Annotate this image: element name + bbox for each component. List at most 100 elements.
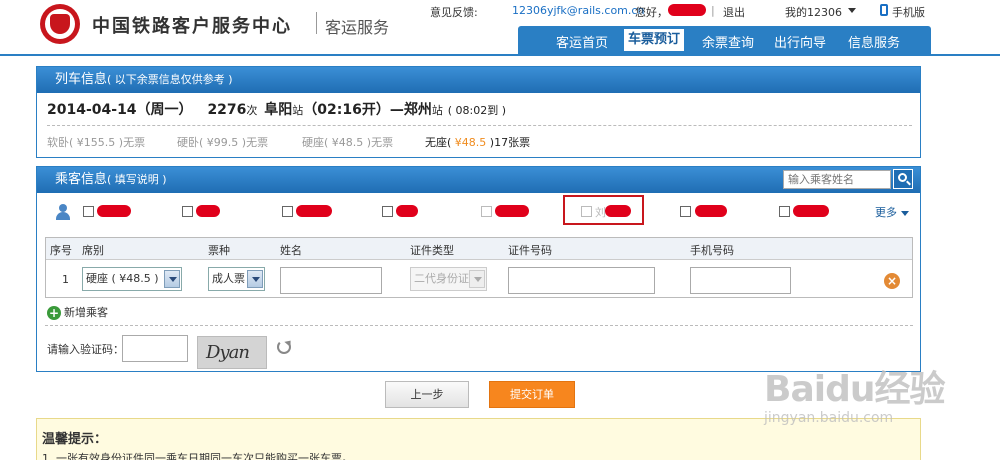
passenger-checkbox[interactable] [779,206,790,217]
mobile-link[interactable]: 手机版 [892,4,925,20]
seat-status: 无票 [371,136,394,149]
col-index: 序号 [50,244,72,257]
passenger-checkbox[interactable] [282,206,293,217]
chevron-down-icon[interactable] [848,8,856,13]
captcha-image[interactable]: Dyan [197,336,267,369]
passenger-panel-note[interactable]: ( 填写说明 ) [107,173,167,186]
col-ticket-type: 票种 [208,244,230,257]
seat-select-value: 硬座 ( ¥48.5 ) [86,272,159,285]
redacted-passenger-name [296,205,332,217]
seat-status: 无票 [246,136,269,149]
watermark-url: jingyan.baidu.com [764,410,894,426]
redacted-passenger-name [793,205,829,217]
add-passenger-button[interactable]: + 新增乘客 [47,304,108,320]
more-label: 更多 [875,206,897,219]
mobile-phone-icon[interactable] [880,4,888,16]
site-name: 中国铁路客户服务中心 [92,16,292,37]
prev-step-button[interactable]: 上一步 [385,381,469,408]
passenger-checkbox[interactable] [680,206,691,217]
passenger-checkbox[interactable] [83,206,94,217]
col-id-type: 证件类型 [410,244,454,257]
my-account-link[interactable]: 我的12306 [785,4,842,20]
ticket-type-select[interactable]: 成人票 [208,267,265,291]
seat-price-close: ) [363,136,372,149]
passenger-checkbox-disabled[interactable] [581,206,592,217]
col-seat: 席别 [82,244,104,257]
nav-remaining-tickets[interactable]: 余票查询 [702,32,754,51]
name-input[interactable] [280,267,382,294]
to-station-suffix: 站 [431,104,443,117]
train-panel-header: 列车信息( 以下余票信息仅供参考 ) [37,67,920,93]
greeting: 您好， [635,6,668,19]
id-type-value: 二代身份证 [414,272,469,285]
passenger-checkbox[interactable] [382,206,393,217]
ticket-type-value: 成人票 [212,272,245,285]
passenger-checkbox-disabled[interactable] [481,206,492,217]
add-passenger-label: 新增乘客 [64,306,108,319]
header-underline [0,54,1000,56]
arrive-time: ( 08:02到 ) [447,104,507,117]
seat-name: 硬座 [302,136,324,149]
travel-date: 2014-04-14（周一） [47,102,193,118]
seat-soft-sleeper: 软卧( ¥155.5 )无票 [47,134,145,150]
search-icon-handle [906,180,911,186]
remove-row-icon[interactable]: × [884,273,900,289]
seat-price-open: ( [69,136,77,149]
from-station-suffix: 站 [292,104,304,117]
seat-status: 17张票 [494,136,531,149]
logout-link[interactable]: 退出 [723,4,745,20]
to-station: 郑州 [403,102,432,118]
col-phone: 手机号码 [690,244,734,257]
passenger-search-input[interactable] [783,170,891,189]
seat-price-open: ( [199,136,207,149]
id-type-select[interactable]: 二代身份证 [410,267,487,291]
depart-time: （02:16开） [303,102,390,118]
phone-input[interactable] [690,267,791,294]
railway-logo[interactable] [40,4,80,44]
train-panel-note: ( 以下余票信息仅供参考 ) [107,73,233,86]
passenger-panel-title: 乘客信息 [55,172,108,187]
feedback-email-link[interactable]: 12306yjfk@rails.com.cn [512,4,644,17]
row-index: 1 [62,273,69,286]
submit-order-button[interactable]: 提交订单 [489,381,575,408]
tips-title: 温馨提示： [42,432,108,447]
seat-price-close: ) [238,136,247,149]
redacted-passenger-name [396,205,418,217]
train-summary: 2014-04-14（周一） 2276次 阜阳站（02:16开）—郑州站 ( 0… [47,99,506,119]
route-dash: — [389,102,404,118]
site-subtitle: 客运服务 [325,18,390,37]
seat-price: ¥48.5 [331,136,364,149]
more-passengers-link[interactable]: 更多 [875,204,909,220]
train-number-suffix: 次 [246,104,258,117]
nav-home[interactable]: 客运首页 [556,32,608,51]
passenger-info-panel: 乘客信息( 填写说明 ) 刘 更多 序号 席别 票种 姓名 证件类型 证件号码 … [36,166,921,372]
train-number: 2276 [207,102,247,118]
seat-hard-sleeper: 硬卧( ¥99.5 )无票 [177,134,268,150]
site-divider [316,12,317,34]
passenger-divider [45,325,913,326]
from-station: 阜阳 [264,102,293,118]
seat-no-seat: 无座( ¥48.5 )17张票 [425,134,530,150]
search-button[interactable] [893,169,913,189]
passenger-table: 序号 席别 票种 姓名 证件类型 证件号码 手机号码 1 硬座 ( ¥48.5 … [45,237,913,298]
logo-inner [45,9,75,39]
seat-name: 无座 [425,136,447,149]
dropdown-arrow-icon [247,270,263,288]
nav-travel-guide[interactable]: 出行向导 [774,32,826,51]
captcha-input[interactable] [122,335,188,362]
nav-ticket-booking[interactable]: 车票预订 [624,29,684,51]
person-icon [55,204,71,220]
passenger-checkbox[interactable] [182,206,193,217]
redacted-passenger-name [695,205,727,217]
header: 中国铁路客户服务中心 客运服务 意见反馈: 12306yjfk@rails.co… [0,0,1000,56]
train-info-panel: 列车信息( 以下余票信息仅供参考 ) 2014-04-14（周一） 2276次 … [36,66,921,158]
nav-info-service[interactable]: 信息服务 [848,32,900,51]
seat-price: ¥155.5 [76,136,116,149]
seat-status: 无票 [123,136,146,149]
refresh-icon[interactable] [277,340,291,354]
seat-select[interactable]: 硬座 ( ¥48.5 ) [82,267,182,291]
col-name: 姓名 [280,244,302,257]
col-id-number: 证件号码 [508,244,552,257]
redacted-passenger-name [196,205,220,217]
id-number-input[interactable] [508,267,655,294]
